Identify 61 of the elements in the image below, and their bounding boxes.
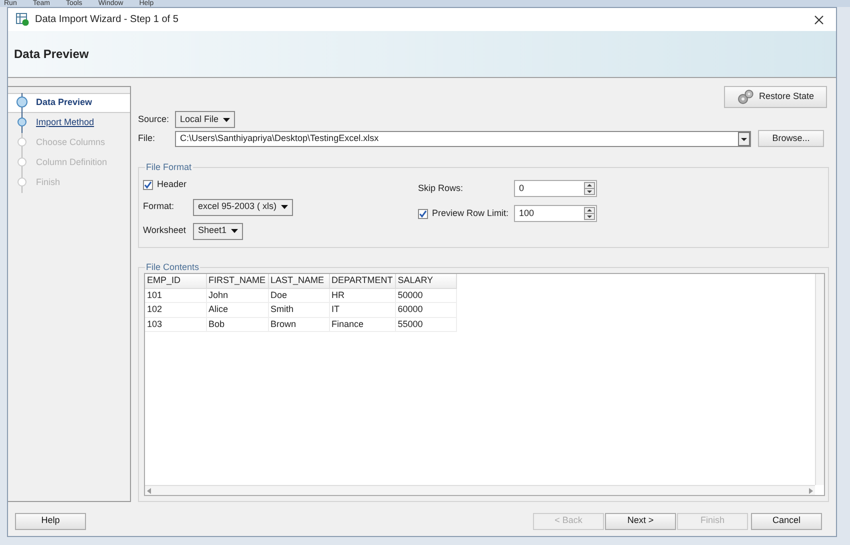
step-label[interactable]: Import Method [36, 116, 94, 130]
header-checkbox[interactable] [143, 180, 153, 190]
caret-icon [230, 229, 238, 233]
table-cell: 103 [145, 317, 206, 332]
browse-button[interactable]: Browse... [758, 130, 824, 147]
source-label: Source: [138, 112, 170, 126]
preview-row-limit-label: Preview Row Limit: [432, 206, 510, 220]
scroll-left-icon[interactable] [147, 488, 152, 494]
horizontal-scrollbar[interactable] [145, 485, 815, 495]
skip-rows-label: Skip Rows: [418, 182, 464, 195]
close-icon[interactable] [814, 14, 824, 24]
file-label: File: [138, 132, 156, 145]
table-cell: 50000 [395, 288, 456, 302]
column-header[interactable]: EMP_ID [145, 274, 206, 288]
gears-icon [736, 89, 755, 105]
table-cell: Finance [329, 317, 396, 332]
caret-icon [280, 205, 288, 209]
table-cell: 60000 [395, 302, 456, 317]
format-dropdown[interactable]: excel 95-2003 ( xls) [193, 198, 293, 216]
worksheet-dropdown[interactable]: Sheet1 [193, 222, 243, 240]
preview-row-limit-spinner[interactable]: 100 [514, 205, 597, 222]
table-cell: HR [329, 288, 396, 302]
table-cell: Brown [268, 317, 330, 332]
file-path-combobox[interactable]: C:\Users\Santhiyapriya\Desktop\TestingExcel.xlsx [175, 130, 751, 146]
table-cell: Alice [206, 302, 268, 317]
wizard-button[interactable]: Help [15, 512, 86, 530]
spinner-arrows-icon[interactable] [584, 182, 595, 195]
table-icon [16, 13, 29, 26]
preview-row-limit-checkbox[interactable] [418, 208, 428, 218]
step-node-icon [14, 93, 30, 113]
column-header[interactable]: FIRST_NAME [206, 274, 268, 288]
wizard-button[interactable]: Next > [605, 512, 676, 530]
skip-rows-spinner[interactable]: 0 [514, 180, 597, 197]
column-header[interactable]: SALARY [395, 274, 456, 288]
page-heading: Data Preview [14, 46, 89, 63]
table-cell: Bob [206, 317, 268, 332]
table-cell: 101 [145, 288, 206, 302]
table-cell: Doe [268, 288, 330, 302]
caret-icon [222, 118, 230, 122]
column-header[interactable]: LAST_NAME [268, 274, 330, 288]
window-title: Data Import Wizard - Step 1 of 5 [35, 13, 178, 27]
step-label: Finish [36, 176, 60, 190]
checkmark-icon [144, 180, 152, 189]
table-cell: 55000 [395, 317, 456, 332]
table-cell: Smith [268, 302, 330, 317]
source-dropdown[interactable]: Local File [175, 111, 235, 128]
vertical-scrollbar[interactable] [815, 274, 824, 485]
step-label: Choose Columns [36, 136, 106, 150]
table-cell: John [206, 288, 268, 302]
step-label: Column Definition [36, 156, 108, 170]
worksheet-label: Worksheet [143, 224, 187, 238]
restore-state-button[interactable]: Restore State [724, 86, 827, 108]
column-header[interactable]: DEPARTMENT [329, 274, 396, 288]
table-cell: 102 [145, 302, 206, 317]
scroll-right-icon[interactable] [808, 488, 813, 494]
wizard-button[interactable]: Cancel [751, 512, 822, 530]
header-label: Header [157, 178, 187, 191]
table-cell: IT [329, 302, 396, 317]
spinner-arrows-icon[interactable] [584, 207, 595, 220]
checkmark-icon [419, 210, 427, 218]
format-label: Format: [143, 200, 176, 214]
